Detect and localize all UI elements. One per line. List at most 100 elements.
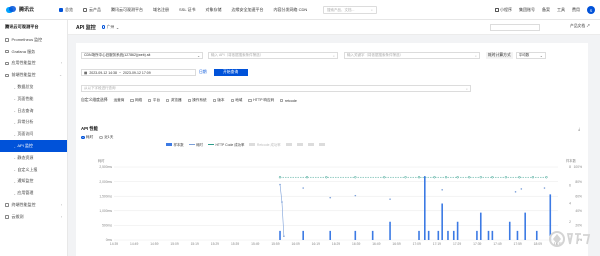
success-rate-point <box>404 176 407 179</box>
dimension-checkbox[interactable]: 平台 <box>148 98 160 103</box>
sample-bar <box>508 221 511 240</box>
sidebar-item[interactable]: Prometheus 监控 <box>0 34 67 46</box>
top-nav-item[interactable]: 域名注册 <box>148 0 174 20</box>
search-icon: ⌕ <box>475 53 477 58</box>
top-tool-item[interactable]: 费用 <box>572 7 580 13</box>
top-tool-label: 集团账号 <box>519 7 535 12</box>
dimension-checkbox[interactable]: 运营商 <box>114 98 125 103</box>
sidebar-subitem[interactable]: - 静态资源 <box>0 152 67 164</box>
top-tool-item[interactable]: 集团账号 <box>519 7 535 13</box>
api-search-input[interactable]: 输入 API（将依据搜索条件筛选） ⌕ <box>208 52 338 59</box>
sidebar-subitem[interactable]: - 异常分析 <box>0 117 67 129</box>
top-nav-item[interactable]: 对象存储 <box>201 0 227 20</box>
cloud-logo-icon <box>6 6 16 13</box>
field-search-input[interactable]: 从以下字段进行查询 ⌕ <box>81 85 471 92</box>
sample-bar <box>456 221 459 240</box>
x-tick-label: 14:39 <box>110 242 118 246</box>
latency-point <box>389 198 391 200</box>
checkbox-box <box>166 98 170 103</box>
dimension-checkbox[interactable]: 地域 <box>230 98 242 103</box>
sidebar-subitem[interactable]: - 日志查询 <box>0 105 67 117</box>
sidebar-subitem[interactable]: - 自定义上报 <box>0 164 67 176</box>
top-tool-item[interactable]: 备案 <box>542 7 550 13</box>
top-nav-label: 腾讯云可观测平台 <box>111 6 143 12</box>
product-doc-link[interactable]: 产品文档 ↗ <box>570 24 590 29</box>
success-rate-point <box>545 176 548 179</box>
date-separator: ~ <box>118 70 121 75</box>
top-nav-item[interactable]: 腾讯云可观测平台 <box>106 0 148 20</box>
x-tick-label: 15:49 <box>251 242 259 246</box>
top-nav-item[interactable]: 边缘安全加速平台 <box>227 0 269 20</box>
top-nav-item[interactable]: 云产品 <box>78 0 106 20</box>
sample-bar <box>441 203 443 240</box>
top-tool-item[interactable]: 工具 <box>557 7 565 13</box>
search-icon: ⌕ <box>371 8 373 12</box>
x-tick-label: 15:29 <box>211 242 219 246</box>
keyword-input[interactable]: 输入关键字（将依据搜索条件筛选） ⌕ <box>344 52 480 59</box>
x-tick-label: 16:19 <box>312 242 320 246</box>
checkbox-box <box>230 98 234 103</box>
dimension-checkbox[interactable]: 操作系统 <box>187 98 207 103</box>
right-tick-label: 2 <box>569 220 571 224</box>
logo[interactable]: 腾讯云 <box>0 6 54 13</box>
sample-bar <box>302 230 304 240</box>
api-performance-card: API 性能 ⤓ 耗时 近1天 样本数 耗时 HTTP Code 成功率 Retcode… <box>76 121 588 256</box>
sidebar-item-label: 日志查询 <box>17 107 34 113</box>
keyword-placeholder: 输入关键字（将依据搜索条件筛选） <box>347 53 403 57</box>
sidebar-item[interactable]: 前端性能监控 ⌄ <box>0 69 67 81</box>
top-tool-item[interactable]: 小程序 <box>495 7 512 13</box>
sidebar-subitem[interactable]: - 通知监控 <box>0 176 67 188</box>
date-link[interactable]: 日期 <box>199 70 207 75</box>
sidebar-subitem[interactable]: - 应用管理 <box>0 187 67 199</box>
sidebar-subitem[interactable]: - 数据总览 <box>0 81 67 93</box>
sample-bar <box>524 212 526 240</box>
left-axis-title: 耗时 <box>98 158 105 163</box>
home-icon <box>59 7 63 12</box>
top-nav-item[interactable]: SSL 证书 <box>174 0 201 20</box>
dimension-checkbox[interactable]: 浏览器 <box>166 98 182 103</box>
sidebar-item[interactable]: 云拨测 › <box>0 211 67 223</box>
query-button[interactable]: 开始查询 <box>213 69 248 76</box>
dimension-checkbox[interactable]: HTTP 响应码 <box>248 98 274 103</box>
product-icon <box>83 7 87 12</box>
app-select[interactable]: CDN场所中心旧服务系统(127862)(web).sit ⌄ <box>81 52 203 59</box>
avatar[interactable]: S <box>587 6 595 14</box>
right-pct-tick-label: 40% <box>575 209 582 213</box>
time-method-value: 平均数 <box>518 53 530 57</box>
bullet-dash: - <box>14 96 16 102</box>
bullet-dash: - <box>14 143 16 149</box>
sidebar-item[interactable]: Grafana 服务 <box>0 46 67 58</box>
dimension-checkbox[interactable]: 版本 <box>212 98 225 103</box>
top-search-input[interactable]: 搜索产品、文档... ⌕ <box>323 6 377 14</box>
sidebar-subitem-active[interactable]: - API 监控 <box>0 140 67 152</box>
success-rate-point <box>305 176 309 179</box>
project-select[interactable] <box>490 24 540 31</box>
latency-point <box>354 194 357 197</box>
sidebar-item[interactable]: 终端性能监控 › <box>0 199 67 211</box>
sidebar-subitem[interactable]: - 页面访问 <box>0 128 67 140</box>
top-nav-item[interactable]: 内容分发网络 CDN <box>269 0 313 20</box>
x-tick-label: 18:09 <box>534 242 542 246</box>
right-tick-label: 8 <box>569 165 571 169</box>
time-method-select[interactable]: 平均数 ⌄ <box>515 52 546 59</box>
watermark-graphic <box>549 231 591 247</box>
top-tool-label: 费用 <box>572 7 580 12</box>
sidebar-item-label: 数据总览 <box>17 84 34 90</box>
date-range-picker[interactable]: ▦ 2023-09-12 14:38 ~ 2023-09-12 17:09 <box>81 69 196 76</box>
field-search-placeholder: 从以下字段进行查询 <box>84 86 116 90</box>
right-tick-label: 4 <box>569 202 571 206</box>
x-tick-label: 15:39 <box>231 242 239 246</box>
dimension-checkbox[interactable]: retcode <box>280 99 297 103</box>
success-rate-point <box>417 176 421 179</box>
checkbox-label: 浏览器 <box>170 98 182 102</box>
region-selector[interactable]: 广州 ⌄ <box>101 25 119 30</box>
sample-bar <box>491 230 494 240</box>
dimension-checkbox[interactable]: 网络 <box>130 98 142 103</box>
sidebar-item[interactable]: 应用性能监控 › <box>0 58 67 70</box>
sample-bar <box>371 230 374 240</box>
chevron-down-icon: ⌄ <box>197 53 200 58</box>
sidebar-item-label: 静态资源 <box>17 154 34 160</box>
sidebar-subitem[interactable]: - 页面性能 <box>0 93 67 105</box>
checkbox-label: 网络 <box>135 98 143 102</box>
top-nav-item[interactable]: 总览 <box>54 0 78 20</box>
